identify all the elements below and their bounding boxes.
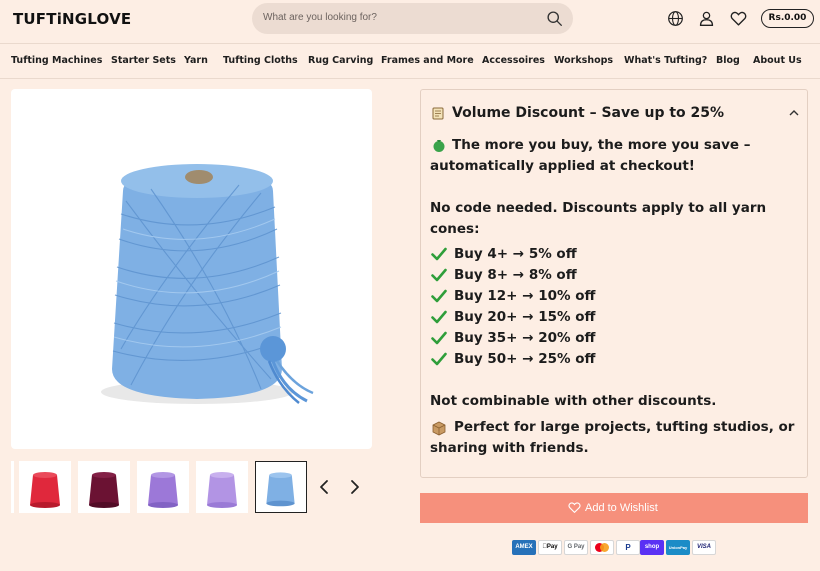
google-pay-icon: G Pay xyxy=(564,540,588,555)
check-icon xyxy=(431,331,447,345)
site-logo[interactable]: TUFTiNGLOVE xyxy=(13,10,131,28)
thumbnail-yarn-image xyxy=(266,472,295,507)
check-icon xyxy=(431,289,447,303)
thumbnail-4[interactable] xyxy=(196,461,248,513)
not-combinable-text: Not combinable with other discounts. xyxy=(430,393,717,409)
tier-item: Buy 4+ → 5% off xyxy=(454,246,577,262)
search-icon[interactable] xyxy=(546,10,563,27)
accordion-title[interactable]: Volume Discount – Save up to 25% xyxy=(452,105,724,121)
heart-icon[interactable] xyxy=(730,10,747,27)
perfect-text-line1: Perfect for large projects, tufting stud… xyxy=(454,419,795,435)
product-main-image[interactable] xyxy=(11,89,372,449)
thumbnail-prev-arrow-icon[interactable] xyxy=(318,477,330,497)
volume-discount-accordion: Volume Discount – Save up to 25% The mor… xyxy=(420,89,808,478)
nav-item-whats-tufting[interactable]: What's Tufting? xyxy=(624,55,707,66)
site-header: TUFTiNGLOVE What are you looking for? Rs… xyxy=(0,0,820,40)
no-code-text-line2: cones: xyxy=(430,221,480,237)
unionpay-icon: UnionPay xyxy=(666,540,690,555)
chevron-up-icon[interactable] xyxy=(789,108,799,118)
amex-icon: AMEX xyxy=(512,540,536,555)
paypal-icon: P xyxy=(616,540,640,555)
main-nav: Tufting Machines Starter Sets Yarn Tufti… xyxy=(0,43,820,79)
tier-item: Buy 12+ → 10% off xyxy=(454,288,596,304)
tier-item: Buy 50+ → 25% off xyxy=(454,351,596,367)
thumbnail-next-arrow-icon[interactable] xyxy=(349,477,361,497)
cart-button[interactable]: Rs.0.00 xyxy=(761,9,814,28)
intro-text-line1: The more you buy, the more you save – xyxy=(452,137,751,153)
thumbnail-yarn-image xyxy=(89,472,119,508)
nav-item-tufting-machines[interactable]: Tufting Machines xyxy=(11,55,102,66)
user-icon[interactable] xyxy=(698,10,715,27)
thumbnail-2[interactable] xyxy=(78,461,130,513)
nav-item-starter-sets[interactable]: Starter Sets xyxy=(111,55,176,66)
tier-item: Buy 20+ → 15% off xyxy=(454,309,596,325)
thumbnail-yarn-image xyxy=(207,472,237,508)
search-bar[interactable]: What are you looking for? xyxy=(252,3,573,34)
tier-item: Buy 35+ → 20% off xyxy=(454,330,596,346)
mastercard-icon xyxy=(590,540,614,555)
nav-item-frames-and-more[interactable]: Frames and More xyxy=(381,55,474,66)
yarn-cone-image xyxy=(101,164,314,404)
package-icon xyxy=(432,421,446,436)
apple-pay-icon: Pay xyxy=(538,540,562,555)
intro-text-line2: automatically applied at checkout! xyxy=(430,158,695,174)
nav-item-yarn[interactable]: Yarn xyxy=(184,55,208,66)
check-icon xyxy=(431,268,447,282)
mastercard-logo xyxy=(595,543,609,552)
shop-pay-icon: shop xyxy=(640,540,664,555)
apple-pay-label: Pay xyxy=(544,544,558,550)
thumbnail-partial xyxy=(11,461,14,513)
thumbnail-yarn-image xyxy=(30,472,60,508)
thumbnail-3[interactable] xyxy=(137,461,189,513)
heart-icon xyxy=(568,502,581,513)
thumbnail-5-active[interactable] xyxy=(255,461,307,513)
check-icon xyxy=(431,310,447,324)
search-input[interactable]: What are you looking for? xyxy=(263,12,377,23)
nav-item-workshops[interactable]: Workshops xyxy=(554,55,613,66)
thumbnail-1[interactable] xyxy=(19,461,71,513)
nav-item-tufting-cloths[interactable]: Tufting Cloths xyxy=(223,55,298,66)
globe-icon[interactable] xyxy=(667,10,684,27)
nav-item-blog[interactable]: Blog xyxy=(716,55,740,66)
thumbnail-yarn-image xyxy=(148,472,178,508)
scroll-icon xyxy=(432,107,444,120)
nav-item-about-us[interactable]: About Us xyxy=(753,55,802,66)
check-icon xyxy=(431,352,447,366)
perfect-text-line2: sharing with friends. xyxy=(430,440,589,456)
money-bag-icon xyxy=(433,140,445,152)
visa-icon: VISA xyxy=(692,540,716,555)
check-icon xyxy=(431,247,447,261)
wishlist-label: Add to Wishlist xyxy=(585,502,658,514)
nav-item-rug-carving[interactable]: Rug Carving xyxy=(308,55,373,66)
add-to-wishlist-button[interactable]: Add to Wishlist xyxy=(420,493,808,523)
nav-item-accessoires[interactable]: Accessoires xyxy=(482,55,545,66)
no-code-text-line1: No code needed. Discounts apply to all y… xyxy=(430,200,767,216)
tier-item: Buy 8+ → 8% off xyxy=(454,267,577,283)
